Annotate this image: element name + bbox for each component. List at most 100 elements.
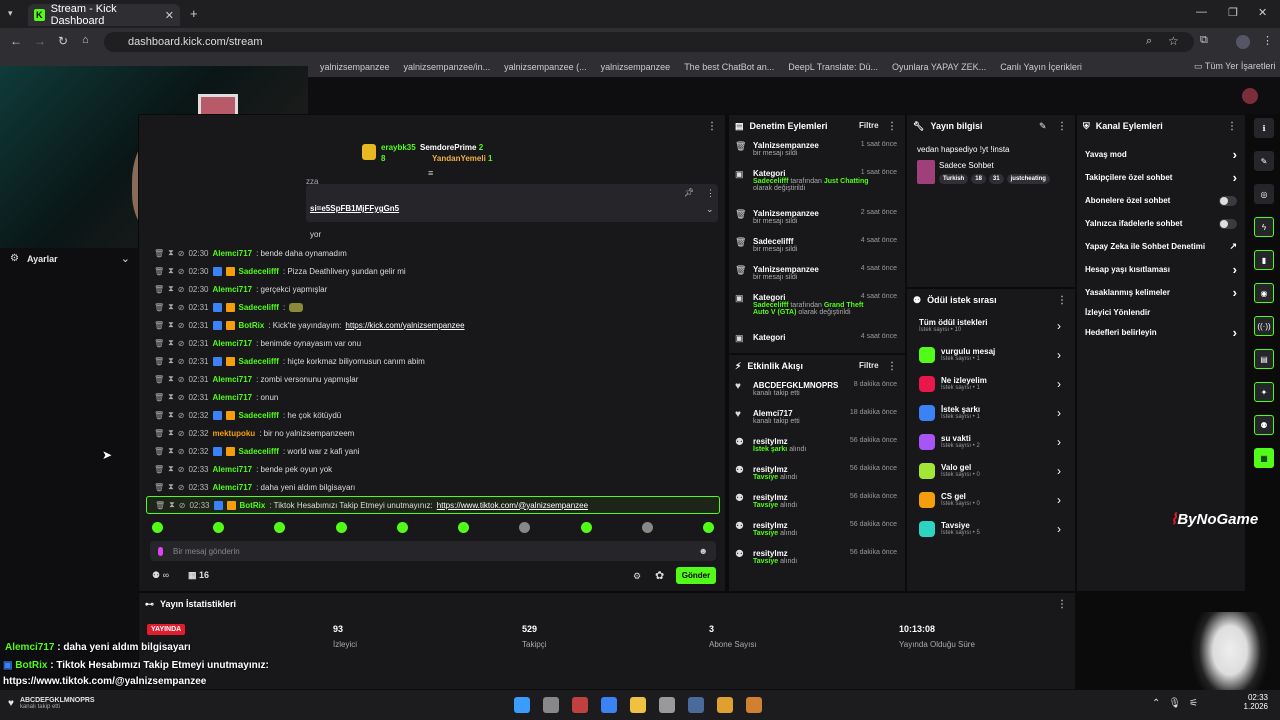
pinned-link[interactable]: si=e5SpFB1MjFFygGn5 [310, 204, 399, 213]
chat-message[interactable]: 🗑︎ ⧗ ⊘ 02:30 Alemci717: gerçekci yapmışlar [146, 280, 720, 298]
reward-item[interactable]: vurgulu mesaj İstek sayısı • 1 › [907, 340, 1075, 369]
emote-icon[interactable] [519, 522, 531, 533]
channel-actions-options-icon[interactable]: ⋮ [1227, 121, 1237, 132]
delete-icon[interactable]: 🗑︎ [154, 465, 164, 474]
moderation-filter[interactable]: Filtre [859, 121, 879, 130]
timeout-icon[interactable]: ⧗ [168, 410, 174, 420]
activity-item[interactable]: ⚉ resitylmz Tavsiye alındı 56 dakika önce [729, 545, 905, 573]
emoji-icon[interactable]: ☻ [699, 546, 708, 556]
timeout-icon[interactable]: ⧗ [168, 284, 174, 294]
message-user[interactable]: BotRix [239, 321, 265, 330]
chat-message[interactable]: 🗑︎ ⧗ ⊘ 02:31 Alemci717: benimde oynayasım va… [146, 334, 720, 352]
windows-icon[interactable] [514, 697, 530, 713]
reward-item[interactable]: Tüm ödül istekleri İstek sayısı • 10 › [907, 311, 1075, 340]
message-user[interactable]: Alemci717 [213, 249, 253, 258]
toggle-switch[interactable] [1219, 218, 1237, 229]
emote-icon[interactable] [152, 522, 163, 533]
chat-settings-icon[interactable]: ⚙ [633, 571, 641, 582]
mic-icon[interactable] [158, 546, 163, 556]
activity-item[interactable]: ♥ ABCDEFGKLMNOPRS kanalı takip etti 8 dakik… [729, 377, 905, 405]
quick-emote-icon[interactable]: ✿ [655, 569, 664, 582]
timeout-icon[interactable]: ⧗ [169, 500, 175, 510]
delete-icon[interactable]: 🗑︎ [154, 447, 164, 456]
all-bookmarks[interactable]: ▭ Tüm Yer İşaretleri [1194, 61, 1275, 72]
channel-action-item[interactable]: Abonelere özel sohbet [1077, 189, 1245, 212]
channel-action-item[interactable]: Hesap yaşı kısıtlaması › [1077, 258, 1245, 281]
bookmark-item[interactable]: yalnizsempanzee [601, 62, 671, 72]
channel-action-item[interactable]: Yavaş mod › [1077, 143, 1245, 166]
delete-icon[interactable]: 🗑︎ [154, 429, 164, 438]
target-icon[interactable]: ◎ [1254, 184, 1274, 204]
delete-icon[interactable]: 🗑︎ [154, 267, 164, 276]
moderation-item[interactable]: ▣ Kategori 4 saat önce [729, 329, 905, 357]
reward-item[interactable]: Ne izleyelim İstek sayısı • 1 › [907, 369, 1075, 398]
chat-message[interactable]: 🗑︎ ⧗ ⊘ 02:30 Alemci717: bende daha oynamadım [146, 244, 720, 262]
back-icon[interactable]: ← [10, 34, 22, 48]
emote-icon[interactable] [396, 522, 408, 533]
stream-info-options-icon[interactable]: ⋮ [1057, 121, 1067, 132]
bookmark-item[interactable]: Canlı Yayın İçerikleri [1000, 62, 1082, 72]
chat-options-icon[interactable]: ⋮ [707, 121, 717, 132]
star-icon[interactable]: ☆ [1168, 34, 1179, 48]
ban-icon[interactable]: ⊘ [178, 447, 185, 456]
new-tab-icon[interactable]: + [190, 6, 198, 21]
moderation-item[interactable]: 🗑︎ Sadecelifff bir mesajı sildi 4 saat önce [729, 233, 905, 261]
message-user[interactable]: Sadecelifff [239, 303, 279, 312]
activity-item[interactable]: ♥ Alemci717 kanalı takip etti 18 dakika önc… [729, 405, 905, 433]
emote-icon[interactable] [641, 522, 653, 533]
close-tab-icon[interactable]: ✕ [165, 9, 174, 22]
moderation-item[interactable]: 🗑︎ Yalnizsempanzee bir mesajı sildi 2 saat … [729, 205, 905, 233]
share-icon[interactable]: ⚉ [1254, 415, 1274, 435]
chat-message[interactable]: 🗑︎ ⧗ ⊘ 02:30 Sadecelifff: Pizza Deathlivery … [146, 262, 720, 280]
note-icon[interactable]: ▮ [1254, 250, 1274, 270]
extensions-icon[interactable]: ⧉ [1200, 34, 1208, 47]
reward-item[interactable]: CS gel İstek sayısı • 0 › [907, 485, 1075, 514]
tag-chip[interactable]: Turkish [939, 174, 969, 184]
menu-icon[interactable]: ⋮ [1262, 34, 1273, 47]
pinned-options-icon[interactable]: ⋮ [706, 188, 715, 199]
timeout-icon[interactable]: ⧗ [168, 248, 174, 258]
ban-icon[interactable]: ⊘ [178, 465, 185, 474]
taskview-icon[interactable] [543, 697, 559, 713]
emote-icon[interactable] [213, 522, 225, 533]
chat-message[interactable]: 🗑︎ ⧗ ⊘ 02:32 mektupoku: bir no yalnizsempanz… [146, 424, 720, 442]
ban-icon[interactable]: ⊘ [179, 501, 186, 510]
broadcast-icon[interactable]: ((·)) [1254, 316, 1274, 336]
timeout-icon[interactable]: ⧗ [168, 356, 174, 366]
bookmark-item[interactable]: yalnizsempanzee/in... [404, 62, 491, 72]
emote-icon[interactable] [580, 522, 592, 533]
message-link[interactable]: https://kick.com/yalnizsempanzee [345, 321, 464, 330]
edit-icon[interactable]: ✎ [1039, 121, 1047, 132]
reward-item[interactable]: İstek şarkı İstek sayısı • 1 › [907, 398, 1075, 427]
delete-icon[interactable]: 🗑︎ [154, 303, 164, 312]
ban-icon[interactable]: ⊘ [178, 483, 185, 492]
message-user[interactable]: Alemci717 [213, 339, 253, 348]
tag-chip[interactable]: justcheating [1006, 174, 1050, 184]
delete-icon[interactable]: 🗑︎ [154, 321, 164, 330]
toggle-switch[interactable] [1219, 195, 1237, 206]
message-user[interactable]: mektupoku [213, 429, 256, 438]
zoom-icon[interactable]: ⌕ [1146, 35, 1152, 48]
reward-item[interactable]: Tavsiye İstek sayısı • 5 › [907, 514, 1075, 543]
chat-message[interactable]: 🗑︎ ⧗ ⊘ 02:32 Sadecelifff: he çok kötüydü [146, 406, 720, 424]
emote-icon[interactable] [702, 522, 714, 533]
chat-message[interactable]: 🗑︎ ⧗ ⊘ 02:33 BotRix: Tiktok Hesabımızı Takip… [146, 496, 720, 514]
chat-message[interactable]: 🗑︎ ⧗ ⊘ 02:31 Sadecelifff: [146, 298, 720, 316]
activity-options-icon[interactable]: ⋮ [887, 361, 897, 372]
timeout-icon[interactable]: ⧗ [168, 338, 174, 348]
steam-icon[interactable] [688, 697, 704, 713]
timeout-icon[interactable]: ⧗ [168, 266, 174, 276]
maximize-icon[interactable]: ❐ [1228, 6, 1238, 19]
bookmark-item[interactable]: yalnizsempanzee [320, 62, 390, 72]
tab-list-icon[interactable]: ▾ [8, 8, 13, 19]
timeout-icon[interactable]: ⧗ [168, 302, 174, 312]
delete-icon[interactable]: 🗑︎ [154, 285, 164, 294]
channel-action-item[interactable]: Yasaklanmış kelimeler › [1077, 281, 1245, 304]
chat-icon[interactable]: ◉ [1254, 283, 1274, 303]
message-user[interactable]: Alemci717 [213, 483, 253, 492]
app-icon[interactable] [572, 697, 588, 713]
delete-icon[interactable]: 🗑︎ [154, 339, 164, 348]
ban-icon[interactable]: ⊘ [178, 321, 185, 330]
timeout-icon[interactable]: ⧗ [168, 482, 174, 492]
reward-item[interactable]: Valo gel İstek sayısı • 0 › [907, 456, 1075, 485]
